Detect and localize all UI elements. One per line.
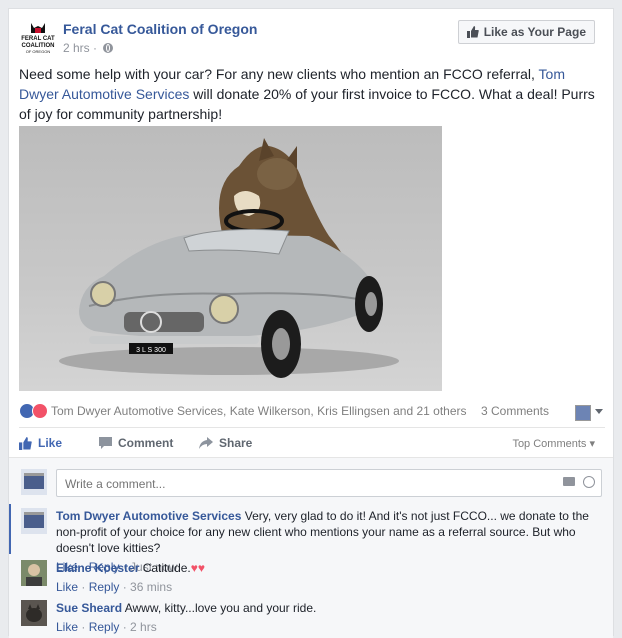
comment-icon — [99, 437, 112, 449]
comment-input[interactable] — [63, 476, 547, 492]
comment-author[interactable]: Sue Sheard — [56, 601, 122, 615]
thumbs-up-icon — [466, 26, 479, 38]
top-comments-label: Top Comments — [512, 438, 587, 450]
post-header: FERAL CAT COALITION OF OREGON Feral Cat … — [19, 19, 605, 59]
comment-body: Sue Sheard Awww, kitty...love you and yo… — [56, 600, 596, 635]
like-as-page-label: Like as Your Page — [483, 25, 586, 39]
comment-actions: Like · Reply · 2 hrs — [56, 620, 157, 634]
comment-body: Elaine Koester Catitude.♥♥ Like · Reply … — [56, 560, 596, 595]
thumbs-up-icon — [19, 436, 32, 450]
page-logo[interactable]: FERAL CAT COALITION OF OREGON — [19, 19, 57, 57]
commenter-avatar[interactable] — [21, 600, 47, 626]
comment-reply-link[interactable]: Reply — [89, 580, 120, 594]
comment-text: Catitude. — [142, 561, 191, 575]
reaction-icons[interactable] — [19, 403, 48, 419]
comment-time[interactable]: 36 mins — [130, 580, 172, 594]
post-text: Need some help with your car? For any ne… — [19, 64, 599, 124]
comment-item: Sue Sheard Awww, kitty...love you and yo… — [9, 598, 613, 634]
comment-like-link[interactable]: Like — [56, 580, 78, 594]
heart-emoji-icon: ♥♥ — [190, 561, 205, 575]
top-comments-dropdown[interactable]: Top Comments ▾ — [512, 437, 595, 450]
comment-text: Awww, kitty...love you and your ride. — [124, 601, 317, 615]
comment-author[interactable]: Elaine Koester — [56, 561, 139, 575]
comment-author[interactable]: Tom Dwyer Automotive Services — [56, 509, 241, 523]
share-label: Share — [219, 436, 253, 450]
actor-avatar-icon[interactable] — [575, 405, 591, 421]
post-meta: 2 hrs · — [63, 41, 114, 55]
like-button[interactable]: Like — [19, 436, 62, 450]
post-card: FERAL CAT COALITION OF OREGON Feral Cat … — [8, 8, 614, 638]
svg-text:OF OREGON: OF OREGON — [26, 49, 51, 54]
license-plate: 3 L S 300 — [136, 347, 166, 354]
svg-text:FERAL CAT: FERAL CAT — [21, 36, 55, 42]
meta-separator: · — [93, 41, 98, 55]
camera-icon[interactable] — [563, 477, 575, 486]
like-as-page-button[interactable]: Like as Your Page — [457, 20, 595, 44]
comment-label: Comment — [118, 436, 174, 450]
globe-icon[interactable] — [103, 43, 114, 53]
emoji-icon[interactable] — [583, 476, 595, 488]
action-bar: Like Comment Share Top Comments ▾ — [19, 427, 605, 458]
comment-actions: Like · Reply · 36 mins — [56, 580, 173, 594]
comment-item: Elaine Koester Catitude.♥♥ Like · Reply … — [9, 558, 613, 594]
share-button[interactable]: Share — [199, 436, 252, 450]
love-reaction-icon — [32, 403, 48, 419]
comments-section: Tom Dwyer Automotive Services Very, very… — [9, 457, 613, 638]
comment-item: Tom Dwyer Automotive Services Very, very… — [9, 504, 613, 574]
write-comment-field[interactable] — [56, 469, 602, 497]
post-text-before: Need some help with your car? For any ne… — [19, 66, 539, 82]
post-time[interactable]: 2 hrs — [63, 41, 90, 55]
reaction-names[interactable]: Tom Dwyer Automotive Services, Kate Wilk… — [51, 404, 467, 418]
chevron-down-icon[interactable] — [595, 409, 603, 414]
post-photo-cat-in-car[interactable]: 3 L S 300 — [19, 126, 442, 391]
composer-avatar[interactable] — [21, 469, 47, 495]
reactions-row: Tom Dwyer Automotive Services, Kate Wilk… — [19, 401, 605, 421]
share-icon — [199, 437, 213, 449]
comment-time[interactable]: 2 hrs — [130, 620, 157, 634]
commenter-avatar[interactable] — [21, 508, 47, 534]
commenter-avatar[interactable] — [21, 560, 47, 586]
comment-button[interactable]: Comment — [99, 436, 173, 450]
like-label: Like — [38, 436, 63, 450]
comment-like-link[interactable]: Like — [56, 620, 78, 634]
comments-count[interactable]: 3 Comments — [481, 404, 549, 418]
page-name-link[interactable]: Feral Cat Coalition of Oregon — [63, 21, 257, 37]
comment-reply-link[interactable]: Reply — [89, 620, 120, 634]
new-comment-indicator — [9, 504, 11, 554]
